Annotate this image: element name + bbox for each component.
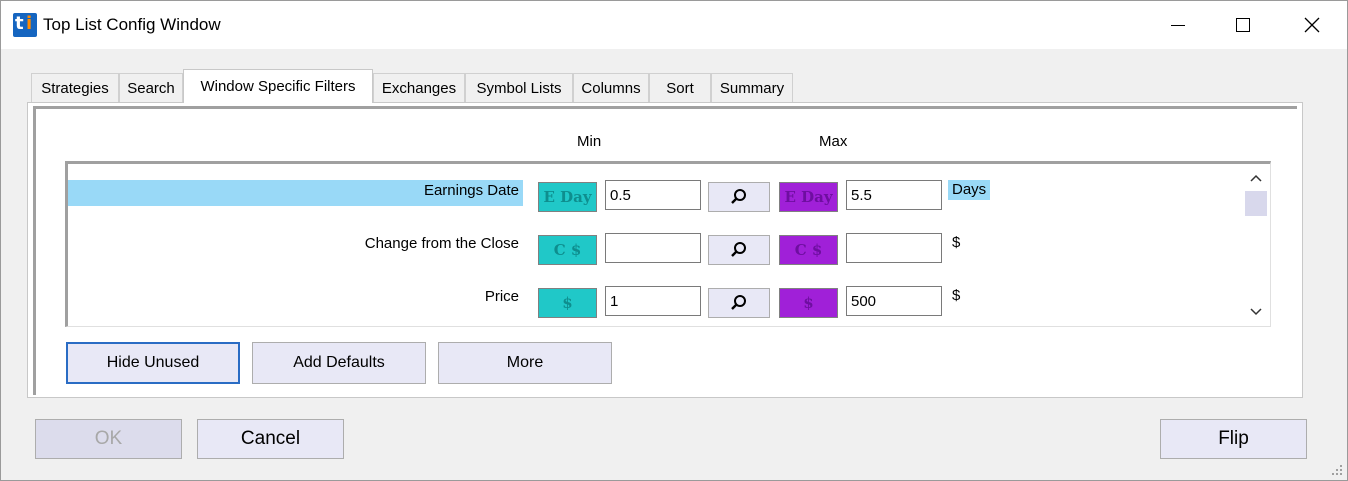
max-filter-icon-button[interactable]: C $ [779,235,838,265]
window-title: Top List Config Window [43,15,221,34]
tab-exchanges[interactable]: Exchanges [373,73,465,103]
filter-label: Price [484,288,519,305]
max-value-input[interactable] [846,233,942,263]
scroll-down-button[interactable] [1245,303,1267,321]
filter-search-button[interactable] [708,235,770,265]
tab-summary[interactable]: Summary [711,73,793,103]
filter-label: Earnings Date [68,180,523,206]
close-icon [1304,17,1320,33]
max-column-header: Max [819,133,848,150]
chevron-down-icon [1250,308,1262,316]
tab-columns[interactable]: Columns [573,73,649,103]
unit-label: $ [952,287,961,304]
maximize-icon [1236,18,1250,32]
min-filter-icon-button[interactable]: $ [538,288,597,318]
ok-button[interactable]: OK [35,419,182,459]
tab-symbol-lists[interactable]: Symbol Lists [465,73,573,103]
max-value-input[interactable] [846,180,942,210]
title-bar: ti Top List Config Window [1,1,1347,49]
tab-window-specific-filters[interactable]: Window Specific Filters [183,69,373,103]
resize-grip-icon[interactable] [1331,464,1343,476]
magnifier-icon [731,295,746,310]
unit-label: $ [952,234,961,251]
earnings-day-max-icon: E Day [784,188,833,206]
filter-row-price[interactable]: Price $ $ $ [68,284,1268,324]
min-filter-icon-button[interactable]: C $ [538,235,597,265]
config-window: ti Top List Config Window Strategies Sea… [0,0,1348,481]
cancel-button[interactable]: Cancel [197,419,344,459]
max-filter-icon-button[interactable]: $ [779,288,838,318]
min-value-input[interactable] [605,180,701,210]
chevron-up-icon [1250,174,1262,182]
tab-strategies[interactable]: Strategies [31,73,119,103]
flip-button[interactable]: Flip [1160,419,1307,459]
filter-list: Earnings Date E Day E Day Days Change fr… [65,161,1271,327]
filter-row-change-from-close[interactable]: Change from the Close C $ C $ $ [68,231,1268,271]
unit-label: Days [948,180,991,200]
filter-search-button[interactable] [708,288,770,318]
filter-label: Change from the Close [364,235,519,252]
tab-sort[interactable]: Sort [649,73,711,103]
min-filter-icon-button[interactable]: E Day [538,182,597,212]
min-value-input[interactable] [605,286,701,316]
scroll-thumb[interactable] [1245,191,1267,216]
hide-unused-button[interactable]: Hide Unused [66,342,240,384]
min-value-input[interactable] [605,233,701,263]
close-button[interactable] [1289,1,1335,49]
earnings-day-min-icon: E Day [543,188,592,206]
app-logo-icon: ti [13,13,37,37]
change-dollar-min-icon: C $ [553,241,582,259]
minimize-button[interactable] [1155,1,1201,49]
filter-search-button[interactable] [708,182,770,212]
scroll-up-button[interactable] [1245,169,1267,187]
magnifier-icon [731,189,746,204]
dollar-min-icon: $ [562,294,573,312]
change-dollar-max-icon: C $ [794,241,823,259]
filter-row-earnings-date[interactable]: Earnings Date E Day E Day Days [68,178,1268,218]
max-filter-icon-button[interactable]: E Day [779,182,838,212]
dollar-max-icon: $ [803,294,814,312]
add-defaults-button[interactable]: Add Defaults [252,342,426,384]
more-button[interactable]: More [438,342,612,384]
minimize-icon [1171,24,1185,26]
maximize-button[interactable] [1220,1,1266,49]
tab-search[interactable]: Search [119,73,183,103]
max-value-input[interactable] [846,286,942,316]
min-column-header: Min [577,133,602,150]
magnifier-icon [731,242,746,257]
